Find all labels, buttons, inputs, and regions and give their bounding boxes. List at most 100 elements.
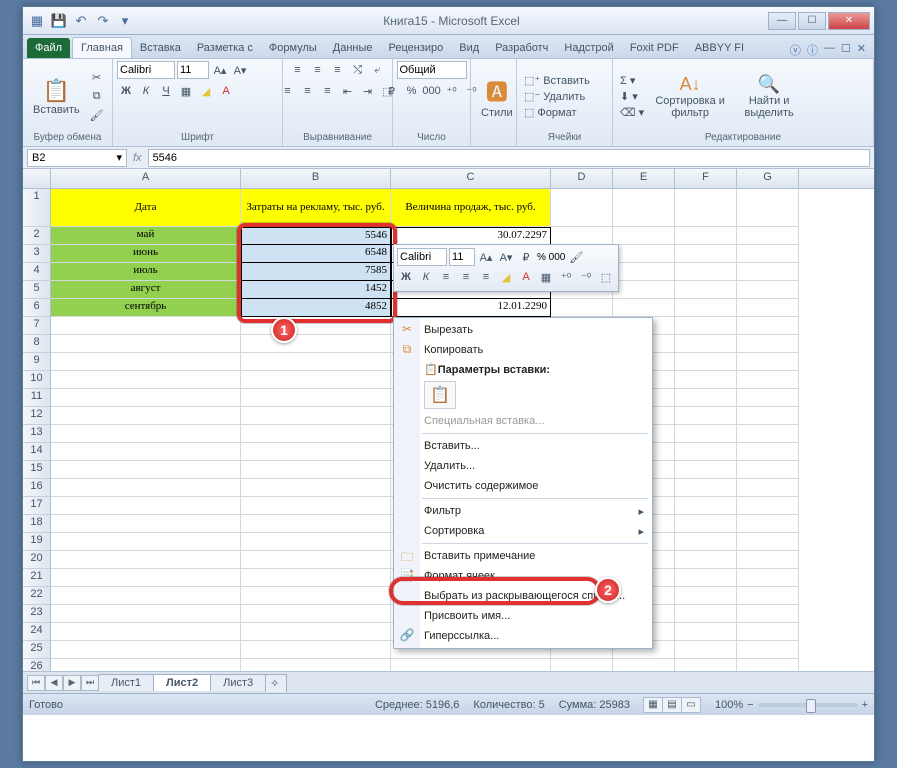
rownum-22[interactable]: 22 (23, 587, 51, 605)
tab-view[interactable]: Вид (451, 38, 487, 58)
rownum-9[interactable]: 9 (23, 353, 51, 371)
rownum-25[interactable]: 25 (23, 641, 51, 659)
underline-button[interactable]: Ч (157, 82, 175, 100)
cell-B24[interactable] (241, 623, 391, 641)
wrap-icon[interactable]: ⤶ (369, 61, 387, 79)
rownum-13[interactable]: 13 (23, 425, 51, 443)
cell-G5[interactable] (737, 281, 799, 299)
cell-D6[interactable] (551, 299, 613, 317)
ctx-sort[interactable]: Сортировка▸ (394, 521, 652, 541)
sheet-tab-3[interactable]: Лист3 (210, 674, 266, 691)
cell-G3[interactable] (737, 245, 799, 263)
fill-color-icon[interactable]: ◢ (197, 82, 215, 100)
ctx-insert[interactable]: Вставить... (394, 436, 652, 456)
cell-F7[interactable] (675, 317, 737, 335)
next-sheet-button[interactable]: ▶ (63, 675, 81, 691)
cell-A24[interactable] (51, 623, 241, 641)
currency-icon[interactable]: ₽ (383, 82, 401, 100)
mini-ar[interactable]: ≡ (477, 268, 495, 286)
mini-painter-icon[interactable]: 🖌 (567, 248, 585, 266)
prev-sheet-button[interactable]: ◀ (45, 675, 63, 691)
view-normal-icon[interactable]: ▦ (643, 697, 663, 713)
cell-G21[interactable] (737, 569, 799, 587)
cell-F5[interactable] (675, 281, 737, 299)
mini-grow-icon[interactable]: A▴ (477, 248, 495, 266)
tab-home[interactable]: Главная (72, 37, 132, 58)
cell-A11[interactable] (51, 389, 241, 407)
cell-D2[interactable] (551, 227, 613, 245)
comma-icon[interactable]: 000 (423, 82, 441, 100)
tab-review[interactable]: Рецензиро (381, 38, 452, 58)
cell-B13[interactable] (241, 425, 391, 443)
cell-B21[interactable] (241, 569, 391, 587)
sheet-tab-2[interactable]: Лист2 (153, 674, 211, 691)
cell-E2[interactable] (613, 227, 675, 245)
name-box[interactable]: B2▾ (27, 149, 127, 167)
font-color-icon[interactable]: A (217, 82, 235, 100)
cell-G2[interactable] (737, 227, 799, 245)
mini-decdec-icon[interactable]: ⁻⁰ (577, 268, 595, 286)
numfmt-select[interactable] (397, 61, 467, 79)
align-right-icon[interactable]: ≡ (319, 82, 337, 100)
cell-A6[interactable]: сентябрь (51, 299, 241, 317)
cell-B1[interactable]: Затраты на рекламу, тыс. руб. (241, 189, 391, 227)
cell-F9[interactable] (675, 353, 737, 371)
cell-A20[interactable] (51, 551, 241, 569)
tab-layout[interactable]: Разметка с (189, 38, 261, 58)
tab-insert[interactable]: Вставка (132, 38, 189, 58)
col-E[interactable]: E (613, 169, 675, 188)
cell-F13[interactable] (675, 425, 737, 443)
tab-file[interactable]: Файл (27, 38, 70, 58)
cell-G18[interactable] (737, 515, 799, 533)
cell-F12[interactable] (675, 407, 737, 425)
rownum-26[interactable]: 26 (23, 659, 51, 671)
cell-A5[interactable]: август (51, 281, 241, 299)
cell-G17[interactable] (737, 497, 799, 515)
cell-E3[interactable] (613, 245, 675, 263)
cell-B19[interactable] (241, 533, 391, 551)
rownum-3[interactable]: 3 (23, 245, 51, 263)
cell-F3[interactable] (675, 245, 737, 263)
cell-G6[interactable] (737, 299, 799, 317)
cell-B20[interactable] (241, 551, 391, 569)
percent-icon[interactable]: % (403, 82, 421, 100)
cell-G7[interactable] (737, 317, 799, 335)
shrink-font-icon[interactable]: A▾ (231, 61, 249, 79)
cell-F26[interactable] (675, 659, 737, 671)
formula-input[interactable]: 5546 (148, 149, 870, 167)
find-button[interactable]: 🔍Найти и выделить (733, 72, 805, 121)
cell-G16[interactable] (737, 479, 799, 497)
cell-F19[interactable] (675, 533, 737, 551)
rownum-15[interactable]: 15 (23, 461, 51, 479)
help-icon[interactable]: ⓘ (807, 42, 818, 58)
cell-G12[interactable] (737, 407, 799, 425)
cell-E6[interactable] (613, 299, 675, 317)
first-sheet-button[interactable]: ⏮ (27, 675, 45, 691)
cell-A10[interactable] (51, 371, 241, 389)
rownum-5[interactable]: 5 (23, 281, 51, 299)
cell-A18[interactable] (51, 515, 241, 533)
cell-E4[interactable] (613, 263, 675, 281)
mini-currency-icon[interactable]: ₽ (517, 248, 535, 266)
cell-G8[interactable] (737, 335, 799, 353)
cell-A7[interactable] (51, 317, 241, 335)
mini-color-icon[interactable]: A (517, 268, 535, 286)
cell-B26[interactable] (241, 659, 391, 671)
rownum-7[interactable]: 7 (23, 317, 51, 335)
col-F[interactable]: F (675, 169, 737, 188)
mini-incdec-icon[interactable]: ⁺⁰ (557, 268, 575, 286)
tab-abbyy[interactable]: ABBYY FI (687, 38, 752, 58)
fill-button[interactable]: ⬇ ▾ (617, 89, 647, 104)
name-box-dropdown-icon[interactable]: ▾ (116, 151, 122, 164)
cell-F6[interactable] (675, 299, 737, 317)
rownum-10[interactable]: 10 (23, 371, 51, 389)
cell-B3[interactable]: 6548 (241, 245, 391, 263)
ribbon-window-max[interactable]: ☐ (841, 42, 851, 58)
cell-G24[interactable] (737, 623, 799, 641)
paste-button[interactable]: 📋Вставить (27, 76, 86, 118)
tab-dev[interactable]: Разработч (487, 38, 556, 58)
border-icon[interactable]: ▦ (177, 82, 195, 100)
cell-B6[interactable]: 4852 (241, 299, 391, 317)
cell-A26[interactable] (51, 659, 241, 671)
cell-B14[interactable] (241, 443, 391, 461)
